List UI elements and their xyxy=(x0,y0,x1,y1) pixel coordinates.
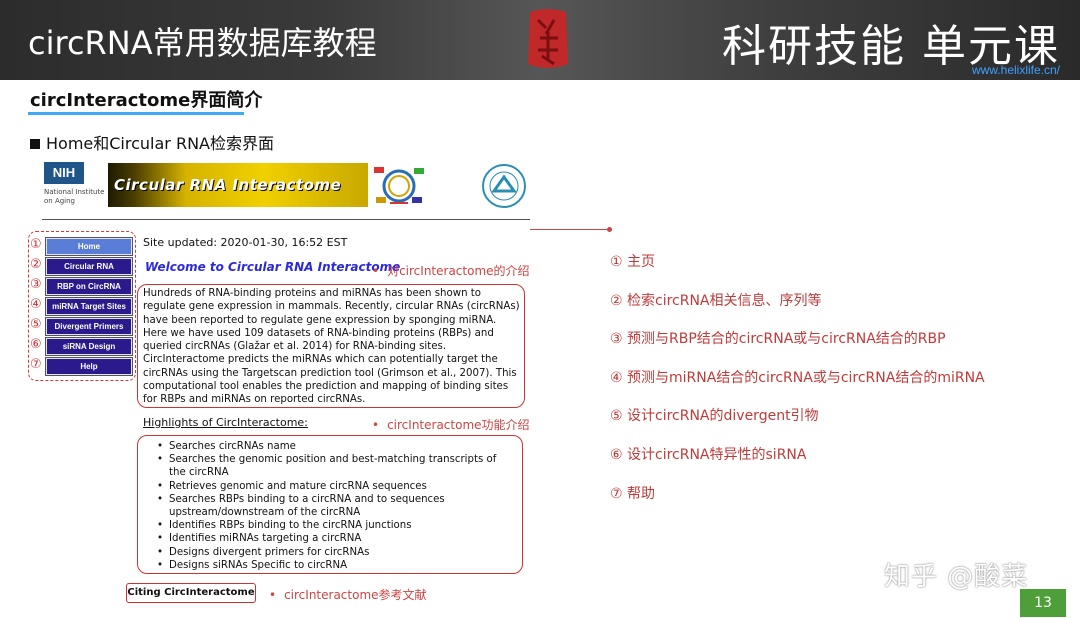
nav-item-circular-rna[interactable]: ② Circular RNA xyxy=(30,257,134,276)
nav-item-divergent[interactable]: ⑤ Divergent Primers xyxy=(30,317,134,336)
header-banner: circRNA常用数据库教程 科研技能 单元课 www.helixlife.cn… xyxy=(0,0,1080,80)
nav-item-rbp[interactable]: ③ RBP on CircRNA xyxy=(30,277,134,296)
site-updated-text: Site updated: 2020-01-30, 16:52 EST xyxy=(143,236,348,249)
site-url-link[interactable]: www.helixlife.cn/ xyxy=(972,63,1060,77)
national-institutes-of-health-logo xyxy=(482,164,526,208)
circular-rna-diagram-icon xyxy=(370,163,428,209)
highlights-title: Highlights of CircInteractome: xyxy=(143,416,308,429)
highlight-item: Searches RBPs binding to a circRNA and t… xyxy=(151,493,511,519)
annotation-connector-dot xyxy=(607,227,612,232)
annotation-intro-text: 对circInteractome的介绍 xyxy=(387,264,530,278)
explanation-item: ④ 预测与miRNA结合的circRNA或与circRNA结合的miRNA xyxy=(610,369,985,386)
annotation-citing-text: circInteractome参考文献 xyxy=(284,588,427,602)
page-number-badge: 13 xyxy=(1020,589,1066,617)
annotation-function-text: circInteractome功能介绍 xyxy=(387,418,530,432)
explanation-item: ⑤ 设计circRNA的divergent引物 xyxy=(610,408,819,425)
annotation-citing: • circInteractome参考文献 xyxy=(269,588,427,602)
highlight-item: Searches circRNAs name xyxy=(151,440,511,453)
explanation-item: ③ 预测与RBP结合的circRNA或与circRNA结合的RBP xyxy=(610,331,946,348)
highlight-item: Identifies miRNAs targeting a circRNA xyxy=(151,532,511,545)
banner-title: Circular RNA Interactome xyxy=(114,176,342,194)
divergent-primers-button[interactable]: Divergent Primers xyxy=(45,317,133,336)
nih-logo-box: NIH xyxy=(44,162,84,184)
highlight-item: Identifies RBPs binding to the circRNA j… xyxy=(151,519,511,532)
sirna-design-button[interactable]: siRNA Design xyxy=(45,337,133,356)
section-underline xyxy=(28,112,244,115)
sub-heading: Home和Circular RNA检索界面 xyxy=(30,130,274,154)
welcome-heading: Welcome to Circular RNA Interactome xyxy=(145,260,401,274)
nav-item-sirna[interactable]: ⑥ siRNA Design xyxy=(30,337,134,356)
nih-logo-subtitle: National Institute on Aging xyxy=(44,188,105,205)
annotation-function: • circInteractome功能介绍 xyxy=(372,418,530,432)
highlight-item: Designs siRNAs Specific to circRNA xyxy=(151,559,511,572)
nav-number: ⑤ xyxy=(30,317,42,332)
highlights-list: Searches circRNAs name Searches the geno… xyxy=(151,440,511,572)
nav-item-home[interactable]: ① Home xyxy=(30,237,134,256)
nav-number: ① xyxy=(30,237,42,252)
nav-item-mirna[interactable]: ④ miRNA Target Sites xyxy=(30,297,134,316)
mirna-target-sites-button[interactable]: miRNA Target Sites xyxy=(45,297,133,316)
nav-number: ② xyxy=(30,257,42,272)
course-title: circRNA常用数据库教程 xyxy=(28,24,377,62)
help-button[interactable]: Help xyxy=(45,357,133,376)
explanation-item: ⑦ 帮助 xyxy=(610,485,656,502)
section-title: circInteractome界面简介 xyxy=(30,90,263,111)
nav-number: ⑦ xyxy=(30,357,42,372)
circinteractome-banner: Circular RNA Interactome xyxy=(108,163,368,207)
zhihu-watermark: 知乎 @酸菜 xyxy=(884,562,1029,592)
highlight-item: Retrieves genomic and mature circRNA seq… xyxy=(151,480,511,493)
annotation-connector-line xyxy=(530,229,610,230)
citing-button[interactable]: Citing CircInteractome xyxy=(126,583,256,603)
nav-number: ⑥ xyxy=(30,337,42,352)
annotation-intro: • 对circInteractome的介绍 xyxy=(372,264,530,278)
highlight-item: Designs divergent primers for circRNAs xyxy=(151,546,511,559)
sub-heading-text: Home和Circular RNA检索界面 xyxy=(46,134,274,153)
divider-line xyxy=(42,219,530,220)
explanation-item: ① 主页 xyxy=(610,254,656,270)
nav-number: ④ xyxy=(30,297,42,312)
explanation-item: ② 检索circRNA相关信息、序列等 xyxy=(610,292,822,309)
explanation-item: ⑥ 设计circRNA特异性的siRNA xyxy=(610,446,807,463)
nih-logo: NIH National Institute on Aging xyxy=(44,162,104,212)
highlight-item: Searches the genomic position and best-m… xyxy=(151,453,511,479)
seal-logo-icon xyxy=(528,9,568,68)
nav-number: ③ xyxy=(30,277,42,292)
home-button[interactable]: Home xyxy=(45,237,133,256)
rbp-on-circrna-button[interactable]: RBP on CircRNA xyxy=(45,277,133,296)
square-bullet-icon xyxy=(30,139,40,149)
intro-paragraph: Hundreds of RNA-binding proteins and miR… xyxy=(143,288,520,406)
nav-item-help[interactable]: ⑦ Help xyxy=(30,357,134,376)
feature-explanation-list: ① 主页 ② 检索circRNA相关信息、序列等 ③ 预测与RBP结合的circ… xyxy=(610,252,985,522)
circular-rna-button[interactable]: Circular RNA xyxy=(45,257,133,276)
